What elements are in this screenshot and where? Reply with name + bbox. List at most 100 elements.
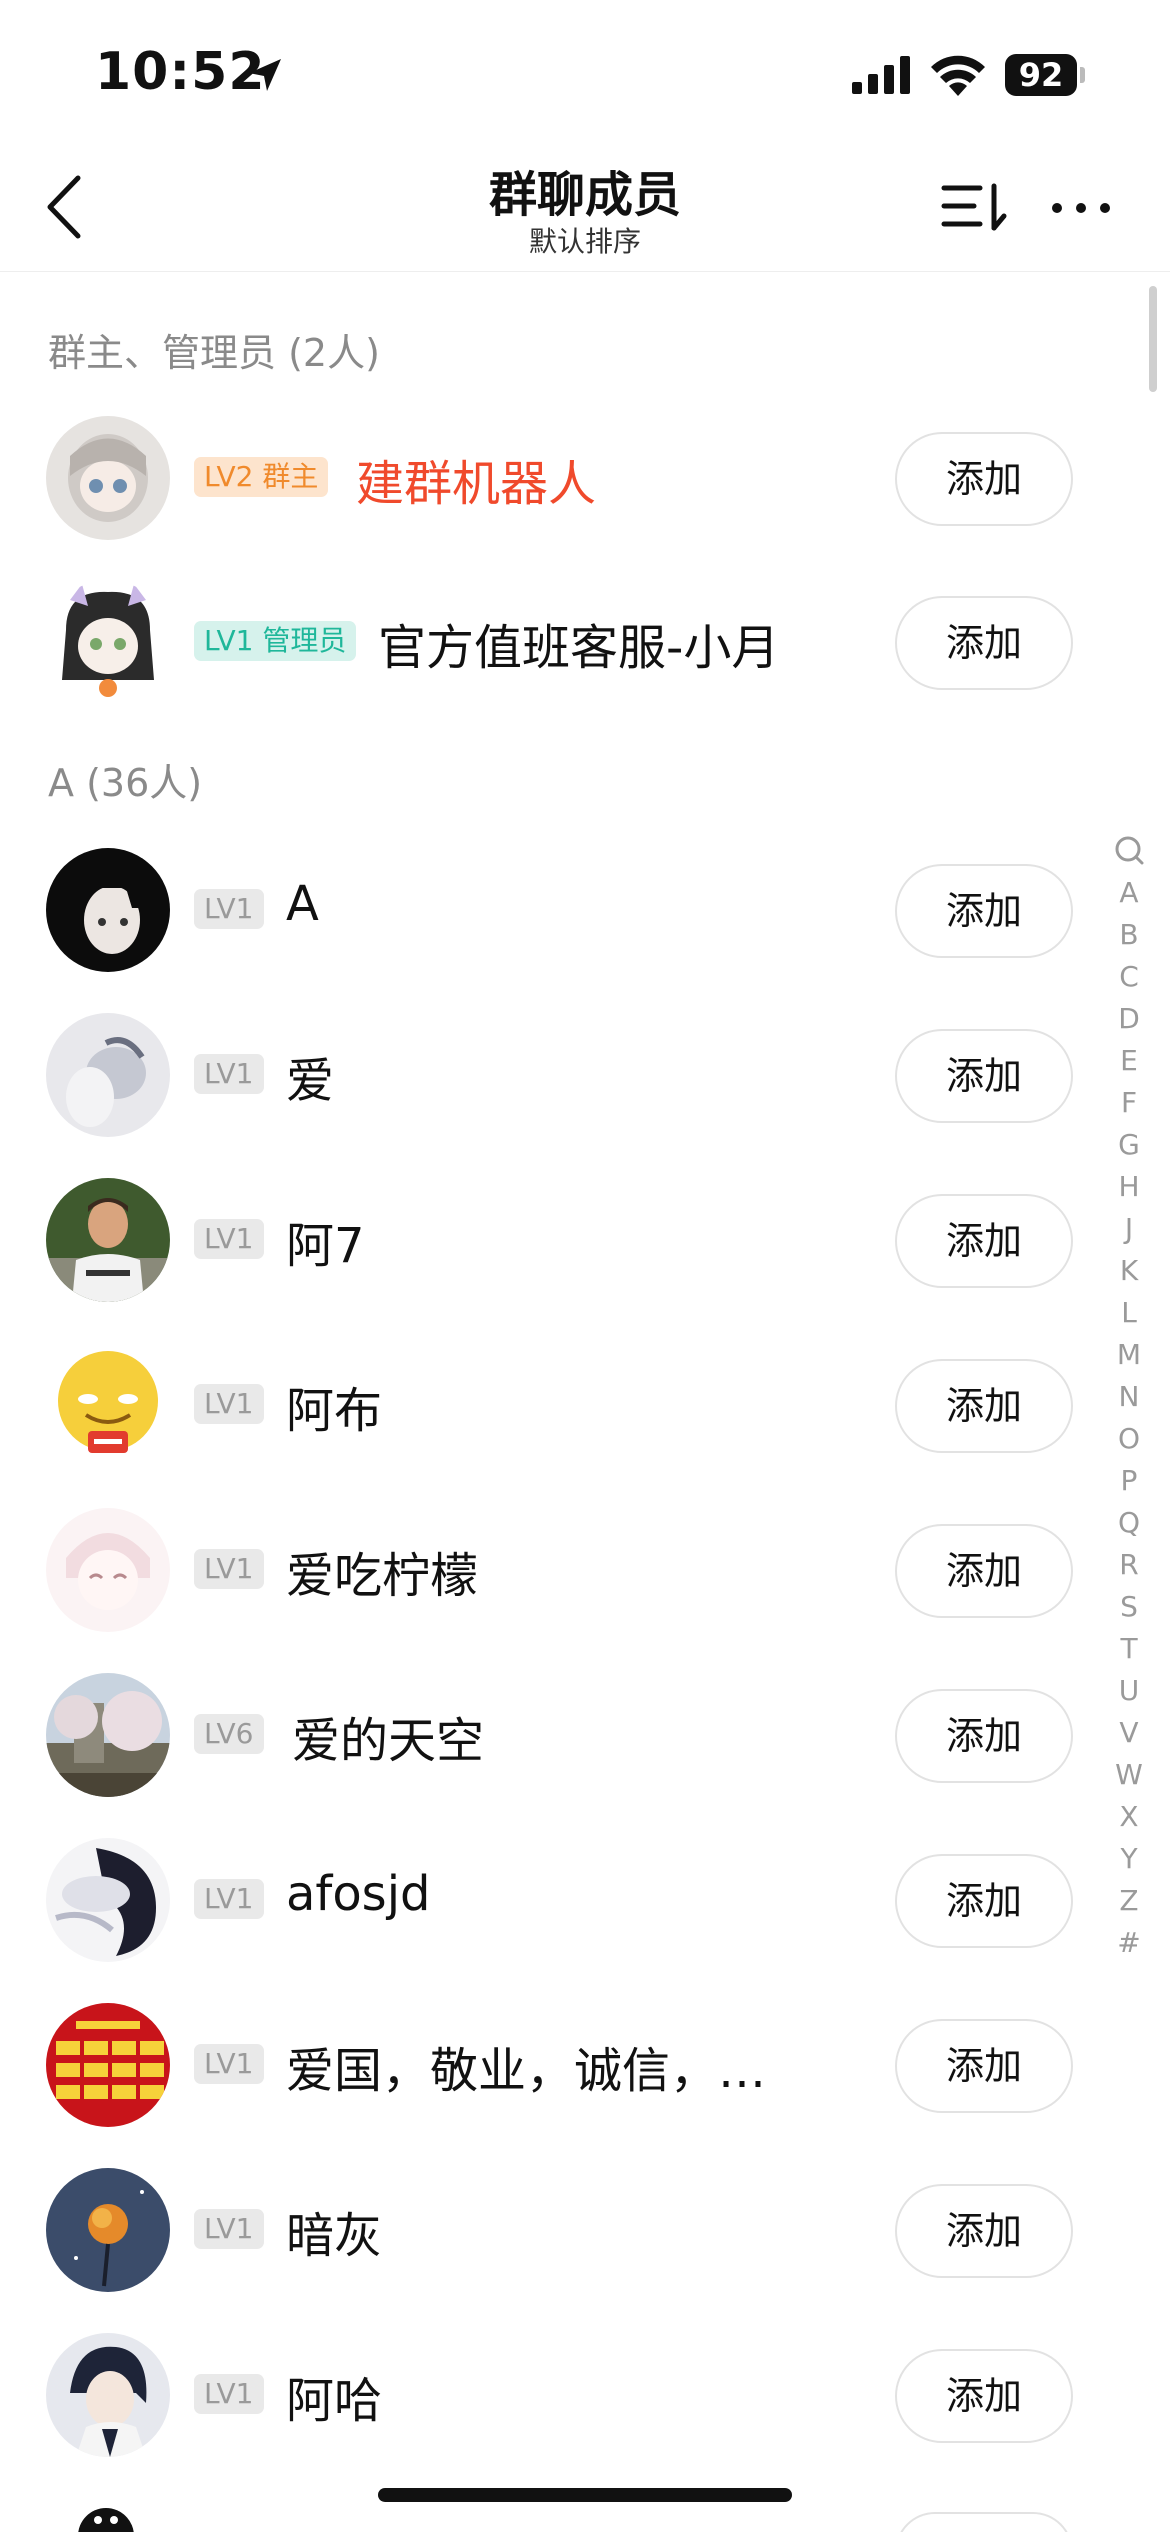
add-friend-button[interactable]: 添加 [895,864,1073,958]
index-letter[interactable]: J [1104,1208,1154,1250]
index-letter[interactable]: B [1104,914,1154,956]
member-row[interactable]: LV1 A 添加 [0,830,1100,990]
battery-icon: 92 [1005,54,1085,96]
index-letter[interactable]: Y [1104,1838,1154,1880]
index-letter[interactable]: K [1104,1250,1154,1292]
member-row[interactable]: LV1 爱吃柠檬 添加 [0,1490,1100,1650]
member-row[interactable]: LV1 暗灰 添加 [0,2150,1100,2310]
scrollbar[interactable] [1149,286,1157,392]
index-letter[interactable]: V [1104,1712,1154,1754]
add-friend-button[interactable]: 添加 [895,1359,1073,1453]
member-row[interactable]: LV1 管理员 官方值班客服-小月 添加 [0,562,1100,722]
level-badge: LV1 [194,1054,264,1094]
index-letter[interactable]: C [1104,956,1154,998]
section-header-a: A (36人) [48,761,203,805]
location-arrow-icon [249,59,281,91]
member-name: A [286,876,319,932]
battery-tip [1080,67,1085,83]
level-badge: LV1 [194,1549,264,1589]
member-name: 官方值班客服-小月 [378,620,780,676]
add-friend-button[interactable]: 添加 [895,1689,1073,1783]
level-badge: LV1 [194,1384,264,1424]
search-icon[interactable] [1104,830,1154,872]
status-bar: 10:52 92 [0,0,1170,150]
avatar[interactable] [46,416,170,540]
partial-avatar [78,2508,134,2532]
index-letter[interactable]: E [1104,1040,1154,1082]
member-name: 阿7 [286,1218,365,1274]
member-name: 暗灰 [286,2208,383,2264]
avatar[interactable] [46,848,170,972]
avatar[interactable] [46,1838,170,1962]
avatar[interactable] [46,2003,170,2127]
member-name: 建群机器人 [356,456,597,512]
alphabet-index-bar[interactable]: A B C D E F G H J K L M N O P Q R S T U … [1104,830,1154,1964]
avatar[interactable] [46,1013,170,1137]
member-row[interactable]: LV1 阿布 添加 [0,1325,1100,1485]
index-letter[interactable]: H [1104,1166,1154,1208]
level-badge: LV1 [194,1219,264,1259]
index-letter[interactable]: T [1104,1628,1154,1670]
index-letter[interactable]: U [1104,1670,1154,1712]
status-time: 10:52 [95,42,266,102]
index-letter[interactable]: # [1104,1922,1154,1964]
index-letter[interactable]: M [1104,1334,1154,1376]
member-name: 爱吃柠檬 [286,1548,479,1604]
index-letter[interactable]: N [1104,1376,1154,1418]
index-letter[interactable]: X [1104,1796,1154,1838]
add-friend-button[interactable]: 添加 [895,2184,1073,2278]
level-badge: LV1 [194,1879,264,1919]
level-badge: LV1 [194,2209,264,2249]
avatar[interactable] [46,1508,170,1632]
index-letter[interactable]: D [1104,998,1154,1040]
section-header-admins: 群主、管理员 (2人) [48,331,380,375]
level-badge: LV1 [194,889,264,929]
index-letter[interactable]: S [1104,1586,1154,1628]
member-row[interactable]: LV1 爱国，敬业，诚信，… 添加 [0,1985,1100,2145]
add-friend-button[interactable]: 添加 [895,2019,1073,2113]
avatar[interactable] [46,1343,170,1467]
add-friend-button[interactable]: 添加 [895,1854,1073,1948]
member-row[interactable]: LV1 阿哈 添加 [0,2315,1100,2475]
index-letter[interactable]: Q [1104,1502,1154,1544]
add-friend-button[interactable]: 添加 [895,1029,1073,1123]
index-letter[interactable]: A [1104,872,1154,914]
add-friend-button[interactable]: 添加 [895,1524,1073,1618]
member-row[interactable]: LV1 爱 添加 [0,995,1100,1155]
level-badge: LV1 [194,2044,264,2084]
wifi-icon [931,55,985,96]
add-friend-button[interactable]: 添加 [895,1194,1073,1288]
add-friend-button[interactable]: 添加 [895,432,1073,526]
battery-level: 92 [1005,54,1077,96]
add-friend-button[interactable]: 添加 [895,2349,1073,2443]
index-letter[interactable]: R [1104,1544,1154,1586]
member-row[interactable]: LV2 群主 建群机器人 添加 [0,398,1100,558]
avatar[interactable] [46,2168,170,2292]
avatar[interactable] [46,1673,170,1797]
index-letter[interactable]: Z [1104,1880,1154,1922]
member-row[interactable]: LV1 afosjd 添加 [0,1820,1100,1980]
member-name: afosjd [286,1866,431,1922]
level-badge: LV1 管理员 [194,621,357,661]
home-indicator[interactable] [378,2488,792,2502]
more-options-icon[interactable] [1050,190,1112,226]
member-row[interactable]: LV1 阿7 添加 [0,1160,1100,1320]
member-name: 阿哈 [286,2373,383,2429]
add-friend-button[interactable]: 添加 [895,596,1073,690]
member-name: 爱国，敬业，诚信，… [286,2043,767,2099]
level-badge: LV2 群主 [194,457,329,497]
index-letter[interactable]: L [1104,1292,1154,1334]
member-name: 阿布 [286,1383,383,1439]
index-letter[interactable]: F [1104,1082,1154,1124]
nav-bar: 群聊成员 默认排序 [0,150,1170,272]
avatar[interactable] [46,2333,170,2457]
index-letter[interactable]: W [1104,1754,1154,1796]
sort-icon[interactable] [940,180,1010,236]
member-row[interactable]: LV6 爱的天空 添加 [0,1655,1100,1815]
avatar[interactable] [46,1178,170,1302]
index-letter[interactable]: O [1104,1418,1154,1460]
index-letter[interactable]: G [1104,1124,1154,1166]
avatar[interactable] [46,580,170,704]
index-letter[interactable]: P [1104,1460,1154,1502]
member-name: 爱 [286,1053,335,1109]
